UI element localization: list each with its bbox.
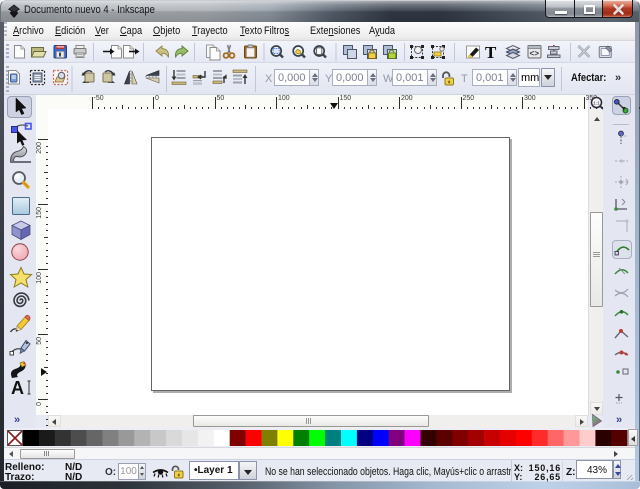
svg-text:A: A	[11, 378, 24, 398]
svg-text:<>: <>	[530, 50, 540, 59]
svg-text:T: T	[485, 43, 497, 62]
svg-text:1:1: 1:1	[593, 100, 600, 106]
